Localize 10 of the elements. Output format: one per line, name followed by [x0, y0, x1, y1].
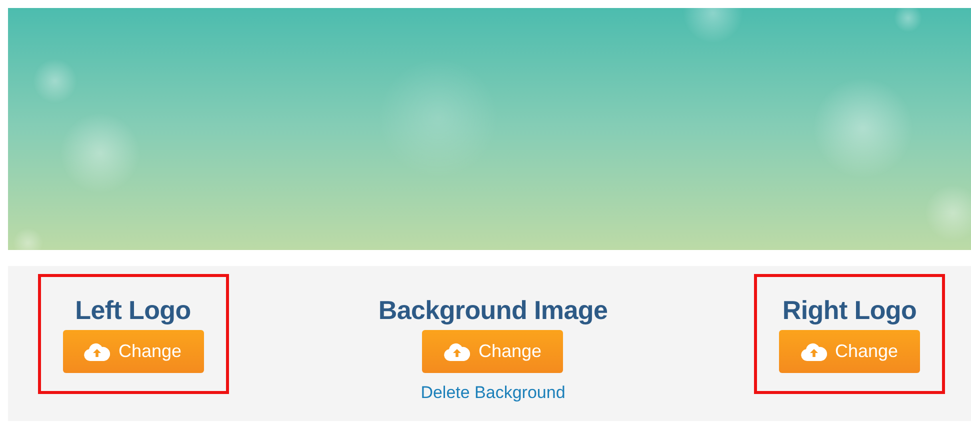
upload-cloud-icon [444, 342, 470, 360]
section-title: Right Logo [782, 294, 917, 327]
section-title: Left Logo [75, 294, 191, 327]
section-title: Background Image [378, 294, 608, 327]
upload-cloud-icon [800, 342, 827, 360]
change-button[interactable]: Change [62, 330, 204, 373]
change-button[interactable]: Change [422, 330, 564, 373]
upload-cloud-icon [84, 342, 110, 360]
change-button[interactable]: Change [779, 330, 920, 373]
delete-background-link[interactable]: Delete Background [420, 383, 566, 403]
